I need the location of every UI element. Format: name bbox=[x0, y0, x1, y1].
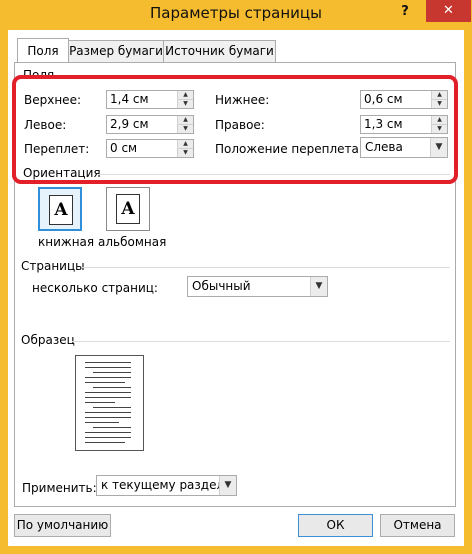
portrait-label: книжная bbox=[38, 235, 95, 249]
close-button[interactable]: ✕ bbox=[426, 0, 471, 22]
preview-text-line bbox=[85, 442, 125, 443]
preview-text-line bbox=[93, 372, 131, 373]
preview-text-line bbox=[85, 397, 131, 398]
page-preview bbox=[75, 355, 144, 451]
landscape-page-icon: A bbox=[116, 194, 140, 224]
apply-to-value: к текущему разделу bbox=[101, 478, 232, 492]
preview-text-line bbox=[93, 407, 131, 408]
pages-section-divider bbox=[82, 267, 450, 268]
tab-paper-source[interactable]: Источник бумаги bbox=[163, 40, 276, 62]
portrait-page-icon: A bbox=[49, 195, 73, 225]
multiple-pages-label: несколько страниц: bbox=[32, 281, 158, 295]
title-bar: Параметры страницы ? ✕ bbox=[0, 0, 472, 30]
help-button[interactable]: ? bbox=[385, 0, 425, 24]
orientation-section-label: Ориентация bbox=[23, 166, 101, 180]
landscape-label: альбомная bbox=[98, 235, 167, 249]
preview-text-line bbox=[85, 422, 119, 423]
multiple-pages-select[interactable]: Обычный ▼ bbox=[187, 276, 328, 297]
ok-button[interactable]: ОК bbox=[298, 514, 373, 537]
preview-text-line bbox=[85, 412, 131, 413]
portrait-button[interactable]: A bbox=[38, 187, 82, 231]
apply-label: Применить: bbox=[22, 481, 97, 495]
dialog-frame: Параметры страницы ? ✕ Поля Размер бумаг… bbox=[0, 0, 472, 554]
set-default-button[interactable]: По умолчанию bbox=[14, 514, 111, 537]
preview-text-line bbox=[85, 382, 125, 383]
cancel-button[interactable]: Отмена bbox=[380, 514, 455, 537]
dialog-client-area: Поля Размер бумаги Источник бумаги Поля … bbox=[8, 30, 464, 546]
pages-section-label: Страницы bbox=[21, 259, 85, 273]
preview-text-line bbox=[85, 417, 131, 418]
preview-text-line bbox=[85, 392, 131, 393]
preview-text-line bbox=[85, 437, 131, 438]
preview-text-line bbox=[93, 387, 131, 388]
orientation-section-divider bbox=[98, 174, 450, 175]
chevron-down-icon[interactable]: ▼ bbox=[310, 277, 327, 296]
landscape-button[interactable]: A bbox=[106, 187, 150, 231]
tab-paper-size[interactable]: Размер бумаги bbox=[68, 40, 164, 62]
preview-section-label: Образец bbox=[21, 333, 75, 347]
preview-text-line bbox=[85, 377, 131, 378]
multiple-pages-value: Обычный bbox=[192, 279, 251, 293]
preview-text-line bbox=[85, 362, 131, 363]
tab-margins[interactable]: Поля bbox=[17, 38, 69, 62]
preview-text-line bbox=[93, 427, 131, 428]
preview-section-divider bbox=[72, 341, 450, 342]
preview-text-line bbox=[85, 432, 131, 433]
preview-text-line bbox=[85, 367, 131, 368]
preview-text-line bbox=[85, 402, 115, 403]
chevron-down-icon[interactable]: ▼ bbox=[219, 476, 236, 495]
apply-to-select[interactable]: к текущему разделу ▼ bbox=[96, 475, 237, 496]
